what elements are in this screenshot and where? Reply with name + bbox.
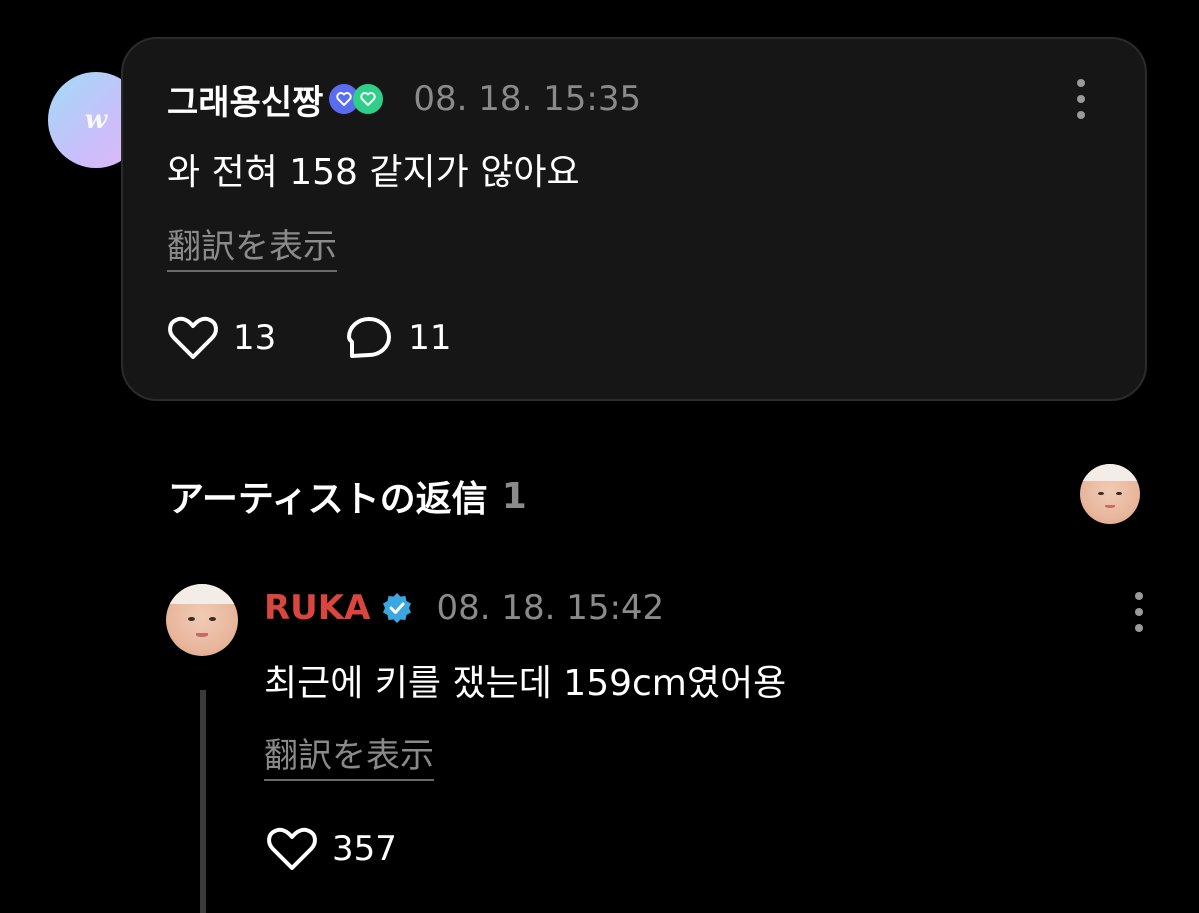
reply-header: RUKA 08. 18. 15:42 bbox=[264, 586, 664, 630]
comment-text: 와 전혀 158 같지가 않아요 bbox=[167, 152, 580, 193]
speech-bubble-icon bbox=[347, 317, 392, 358]
comment-more-options-icon[interactable] bbox=[1075, 79, 1087, 119]
show-translation-link[interactable]: 翻訳を表示 bbox=[167, 219, 337, 272]
avatar-letter: w bbox=[84, 105, 108, 135]
reply-timestamp: 08. 18. 15:42 bbox=[436, 588, 665, 628]
artist-avatar[interactable] bbox=[166, 584, 238, 656]
artist-replies-title: アーティストの返信 bbox=[168, 479, 488, 520]
artist-avatar-small[interactable] bbox=[1080, 464, 1140, 524]
reply-like-count: 357 bbox=[332, 829, 397, 869]
comment-header: 그래용신짱 08. 18. 15:35 bbox=[167, 75, 642, 124]
reply-count: 11 bbox=[408, 318, 452, 358]
artist-replies-count: 1 bbox=[501, 475, 527, 517]
comment-author[interactable]: 그래용신짱 bbox=[167, 75, 323, 124]
reply-more-options-icon[interactable] bbox=[1133, 592, 1145, 632]
verified-badge-icon bbox=[383, 593, 412, 623]
artist-replies-heading: アーティストの返信 1 bbox=[168, 470, 527, 522]
comment-timestamp: 08. 18. 15:35 bbox=[413, 79, 642, 119]
reply-actions: 357 bbox=[266, 826, 397, 872]
reply-text: 최근에 키를 쟀는데 159cm였어용 bbox=[264, 663, 787, 704]
reply-author[interactable]: RUKA bbox=[264, 588, 370, 628]
member-badges bbox=[329, 84, 384, 114]
reply-button[interactable]: 11 bbox=[344, 315, 452, 361]
comment-thread-page: w 그래용신짱 08. 18. 15:35 와 전혀 158 같지가 않아요 翻… bbox=[0, 0, 1199, 913]
comment-card: 그래용신짱 08. 18. 15:35 와 전혀 158 같지가 않아요 翻訳を… bbox=[121, 37, 1147, 401]
fan-heart-badge-icon bbox=[353, 84, 384, 114]
comment-actions: 13 11 bbox=[167, 315, 452, 361]
heart-icon bbox=[267, 827, 317, 870]
reply-like-button[interactable]: 357 bbox=[266, 826, 397, 872]
thread-connector-line bbox=[200, 690, 206, 913]
reply-show-translation-link[interactable]: 翻訳を表示 bbox=[264, 728, 434, 781]
like-count: 13 bbox=[233, 318, 277, 358]
heart-icon bbox=[168, 316, 218, 359]
like-button[interactable]: 13 bbox=[167, 315, 276, 361]
